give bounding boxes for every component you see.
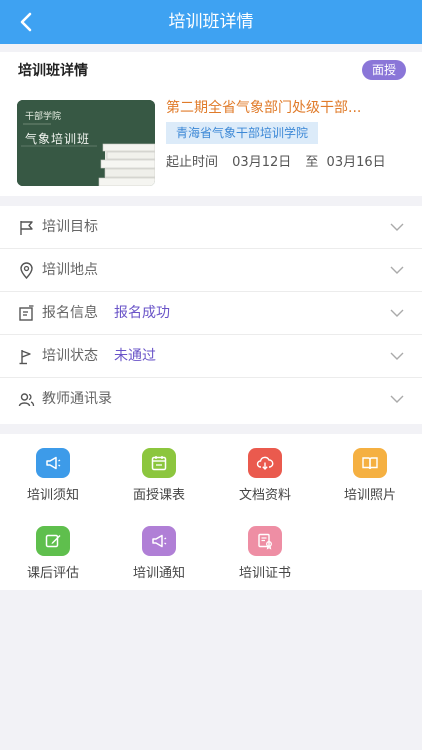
feature-grid: 培训须知 面授课表 文档资料 培训照片 课后评估 培训通知 培训证书: [0, 434, 422, 590]
menu-label: 教师通讯录: [42, 391, 112, 407]
feature-documents[interactable]: 文档资料: [220, 448, 310, 503]
megaphone-icon: [46, 456, 61, 470]
flag-icon: [20, 221, 33, 235]
menu-item-status[interactable]: 培训状态 未通过: [0, 335, 422, 378]
feature-label: 培训证书: [238, 566, 291, 581]
feature-label: 培训通知: [132, 566, 185, 581]
feature-label: 面授课表: [132, 488, 185, 503]
menu-label: 培训目标: [42, 219, 98, 235]
feature-notifications[interactable]: 培训通知: [114, 526, 204, 581]
course-cover-image[interactable]: 干部学院 气象培训班: [17, 100, 155, 186]
edit-note-icon: [19, 305, 34, 321]
registration-status-value: 报名成功: [114, 305, 170, 321]
section-title: 培训班详情: [18, 63, 88, 79]
date-label: 起止时间: [166, 155, 219, 170]
chevron-down-icon: [390, 266, 404, 274]
menu-label: 报名信息: [42, 305, 98, 321]
status-flag-icon: [19, 350, 31, 365]
feature-evaluation[interactable]: 课后评估: [8, 526, 98, 581]
menu-item-goal[interactable]: 培训目标: [0, 206, 422, 249]
calendar-icon: [151, 456, 167, 471]
menu-item-location[interactable]: 培训地点: [0, 249, 422, 292]
edit-icon: [45, 534, 61, 548]
certificate-icon: [258, 533, 272, 550]
chevron-down-icon: [390, 395, 404, 403]
feature-training-notice[interactable]: 培训须知: [8, 448, 98, 503]
chevron-down-icon: [390, 223, 404, 231]
feature-photos[interactable]: 培训照片: [325, 448, 415, 503]
feature-label: 培训须知: [26, 488, 79, 503]
menu-label: 培训地点: [42, 262, 98, 278]
chevron-down-icon: [390, 352, 404, 360]
feature-label: 课后评估: [26, 566, 79, 581]
course-name[interactable]: 第二期全省气象部门处级干部...: [166, 97, 390, 117]
cloud-download-icon: [256, 456, 274, 470]
page-title: 培训班详情: [168, 12, 254, 32]
menu-label: 培训状态: [42, 348, 98, 364]
feature-label: 文档资料: [238, 488, 291, 503]
feature-tile: [353, 448, 387, 478]
feature-tile: [142, 526, 176, 556]
feature-class-schedule[interactable]: 面授课表: [114, 448, 204, 503]
book-icon: [362, 457, 378, 470]
top-bar: 培训班详情: [0, 0, 422, 44]
chevron-down-icon: [390, 309, 404, 317]
menu-item-registration[interactable]: 报名信息 报名成功: [0, 292, 422, 335]
end-date: 03月16日: [326, 155, 386, 170]
start-date: 03月12日: [232, 155, 292, 170]
feature-label: 培训照片: [343, 488, 396, 503]
training-status-value: 未通过: [114, 348, 156, 364]
megaphone-icon: [152, 534, 167, 548]
date-range: 起止时间 03月12日 至 03月16日: [166, 151, 386, 170]
course-card: 培训班详情 面授 干部学院 气象培训班 第二期全省气象部门处级干部... 青海省…: [0, 52, 422, 196]
mode-badge: 面授: [361, 60, 406, 80]
menu-item-contacts[interactable]: 教师通讯录: [0, 378, 422, 421]
feature-tile: [248, 526, 282, 556]
cover-text-main: 气象培训班: [25, 132, 91, 146]
contacts-icon: [18, 393, 35, 407]
detail-menu: 培训目标 培训地点 报名信息 报名成功 培训状态 未通过 教师通讯录: [0, 206, 422, 424]
feature-tile: [36, 526, 70, 556]
feature-tile: [142, 448, 176, 478]
feature-tile: [36, 448, 70, 478]
location-pin-icon: [20, 262, 33, 279]
date-separator: 至: [305, 155, 319, 170]
organizer-tag: 青海省气象干部培训学院: [166, 122, 319, 144]
feature-certificate[interactable]: 培训证书: [220, 526, 310, 581]
cover-text-top: 干部学院: [25, 112, 62, 122]
feature-tile: [248, 448, 282, 478]
